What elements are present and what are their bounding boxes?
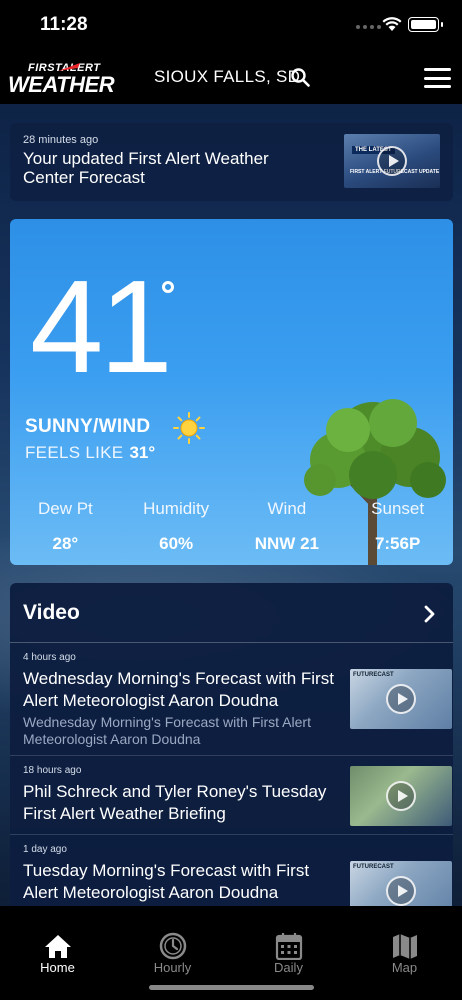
video-title[interactable]: Wednesday Morning's Forecast with First … — [23, 668, 343, 712]
play-icon — [386, 876, 416, 906]
tab-map[interactable]: Map — [347, 906, 462, 976]
video-list-item[interactable]: 1 day ago Tuesday Morning's Forecast wit… — [10, 836, 453, 913]
video-section: Video 4 hours ago Wednesday Morning's Fo… — [10, 583, 453, 913]
video-thumbnail[interactable] — [350, 766, 452, 826]
stat-sunset: Sunset 7:56P — [342, 499, 453, 554]
video-subtitle: Wednesday Morning's Forecast with First … — [23, 714, 311, 747]
play-icon — [377, 146, 407, 176]
sunny-icon — [173, 412, 205, 444]
cellular-signal-icon — [356, 25, 381, 29]
app-header: FIRSTALERT WEATHER SIOUX FALLS, SD — [0, 52, 462, 104]
stat-humidity: Humidity 60% — [121, 499, 232, 554]
location-label[interactable]: SIOUX FALLS, SD — [154, 67, 300, 87]
stat-label: Humidity — [143, 499, 210, 518]
battery-icon — [408, 17, 443, 32]
degree-symbol — [162, 281, 174, 293]
first-alert-weather-logo[interactable]: FIRSTALERT WEATHER — [8, 62, 118, 97]
stat-label: Sunset — [371, 499, 425, 518]
tab-daily[interactable]: Daily — [231, 906, 346, 976]
video-heading: Video — [23, 601, 80, 624]
video-title[interactable]: Tuesday Morning's Forecast with First Al… — [23, 860, 343, 904]
update-title[interactable]: Your updated First Alert Weather Center … — [23, 149, 323, 187]
stat-dew-point: Dew Pt 28° — [10, 499, 121, 554]
thumb-caption: FUTURECAST — [353, 864, 394, 870]
tab-label: Home — [40, 960, 75, 975]
stat-value: NNW 21 — [254, 534, 319, 553]
update-video-thumbnail[interactable]: THE LATEST FIRST ALERT FUTURECAST UPDATE — [344, 134, 440, 188]
wifi-icon — [382, 17, 402, 31]
video-list-item[interactable]: 4 hours ago Wednesday Morning's Forecast… — [10, 644, 453, 756]
chevron-right-icon[interactable] — [424, 605, 436, 623]
play-icon — [386, 684, 416, 714]
logo-wordmark: WEATHER — [8, 72, 115, 97]
tab-label: Map — [391, 960, 418, 975]
stat-wind: Wind NNW 21 — [232, 499, 343, 554]
video-timestamp: 18 hours ago — [23, 765, 82, 776]
video-title[interactable]: Phil Schreck and Tyler Roney's Tuesday F… — [23, 781, 343, 825]
search-icon[interactable] — [291, 68, 310, 87]
update-timestamp: 28 minutes ago — [23, 134, 99, 146]
forecast-update-card[interactable]: 28 minutes ago Your updated First Alert … — [10, 123, 453, 201]
hamburger-menu-icon[interactable] — [424, 68, 451, 88]
tab-label: Hourly — [153, 960, 192, 975]
status-bar: 11:28 — [0, 0, 462, 52]
stat-label: Wind — [267, 499, 307, 518]
clock-icon — [159, 932, 187, 960]
stat-value: 7:56P — [374, 534, 421, 553]
tab-hourly[interactable]: Hourly — [115, 906, 230, 976]
stat-label: Dew Pt — [37, 499, 93, 518]
feels-like: FEELS LIKE 31° — [25, 443, 155, 463]
home-icon — [45, 935, 71, 958]
feels-like-label: FEELS LIKE — [25, 443, 124, 462]
current-conditions-card[interactable]: 41 SUNNY/WIND FEELS LIKE 31° Dew Pt 28° H… — [10, 219, 453, 565]
status-time: 11:28 — [40, 14, 88, 35]
home-indicator — [149, 985, 314, 990]
conditions-stats: Dew Pt 28° Humidity 60% Wind NNW 21 Suns… — [10, 499, 453, 554]
video-thumbnail[interactable]: FUTURECAST — [350, 669, 452, 729]
video-timestamp: 4 hours ago — [23, 652, 76, 663]
thumb-caption: FUTURECAST — [353, 672, 394, 678]
map-icon — [393, 934, 417, 959]
tab-label: Daily — [274, 960, 303, 975]
calendar-icon — [275, 933, 303, 960]
tab-home[interactable]: Home — [0, 906, 115, 976]
stat-value: 28° — [52, 534, 79, 553]
video-timestamp: 1 day ago — [23, 844, 67, 855]
play-icon — [386, 781, 416, 811]
video-list-item[interactable]: 18 hours ago Phil Schreck and Tyler Rone… — [10, 757, 453, 835]
stat-value: 60% — [159, 534, 194, 553]
feels-like-value: 31° — [129, 443, 156, 462]
video-section-header[interactable]: Video — [10, 583, 453, 643]
condition-text: SUNNY/WIND — [25, 416, 151, 437]
temperature-value: 41 — [30, 253, 173, 400]
